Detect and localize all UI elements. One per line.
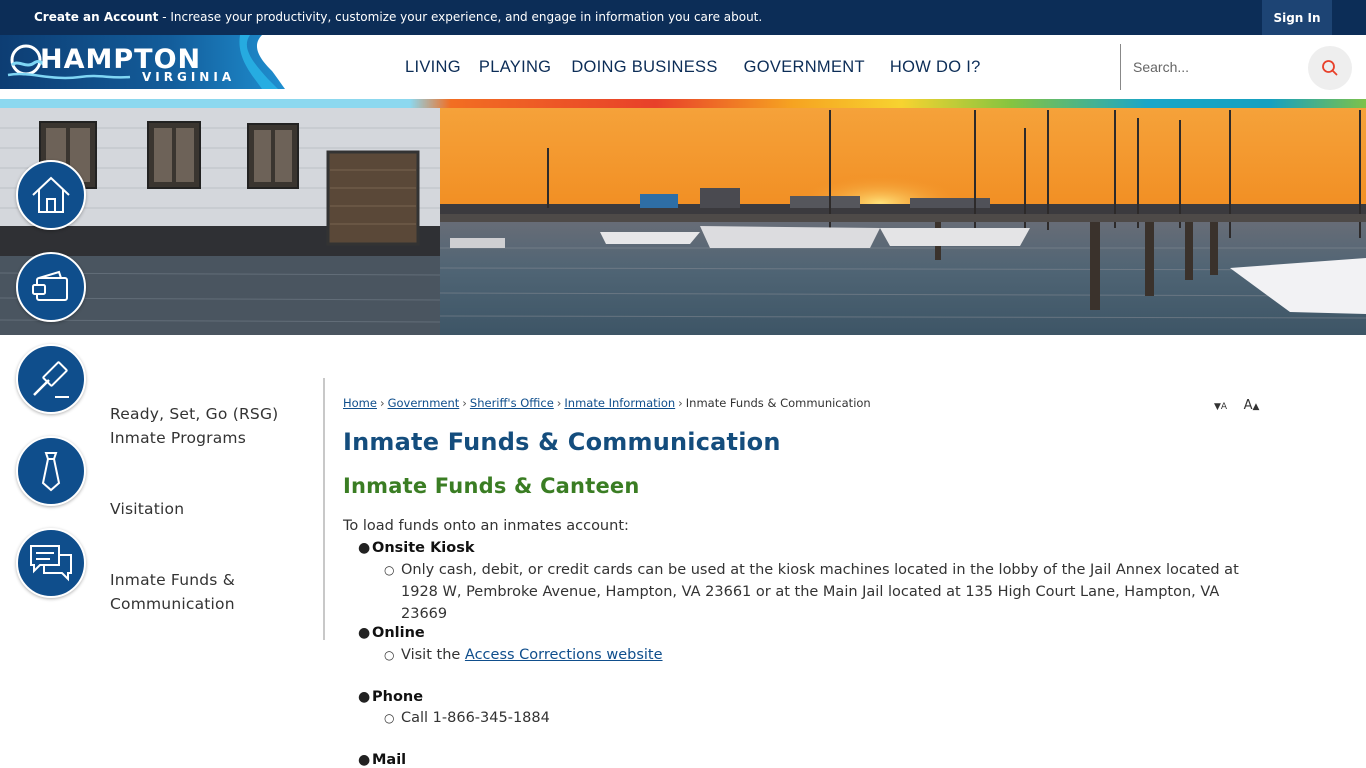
search-input[interactable] (1133, 56, 1293, 78)
sidenav-rsg-programs[interactable]: Ready, Set, Go (RSG) Inmate Programs (110, 402, 310, 450)
triangle-up-icon: ▲ (1252, 402, 1260, 412)
detail-prefix: Visit the (401, 647, 465, 663)
font-size-controls: ▼A A▲ (1214, 398, 1259, 413)
nav-doing-business[interactable]: DOING BUSINESS (571, 58, 717, 77)
breadcrumb-separator: › (462, 396, 467, 410)
main-nav: LIVING PLAYING DOING BUSINESS GOVERNMENT… (395, 35, 1001, 99)
method-label: Online (372, 625, 425, 641)
site-header: HAMPTON VIRGINIA LIVING PLAYING DOING BU… (0, 35, 1366, 99)
search-box (1120, 44, 1330, 90)
method-label: Phone (372, 689, 424, 705)
wallet-icon (32, 270, 68, 301)
increase-font-button[interactable]: A▲ (1244, 398, 1260, 413)
quick-link-payments[interactable] (16, 252, 86, 322)
nav-living[interactable]: LIVING (405, 58, 461, 77)
breadcrumb-separator: › (556, 396, 562, 410)
method-detail: Visit the Access Corrections website (401, 644, 1261, 666)
search-icon (1322, 60, 1338, 76)
home-icon (32, 176, 70, 213)
breadcrumb-separator: › (379, 396, 385, 410)
quick-link-government[interactable] (16, 344, 86, 414)
quick-link-business[interactable] (16, 436, 86, 506)
hero-banner-image (0, 108, 1366, 335)
logo-sub-text: VIRGINIA (142, 70, 235, 84)
breadcrumb: Home › Government › Sheriff's Office › Inmate … (343, 396, 871, 410)
section-heading: Inmate Funds & Canteen (343, 474, 640, 498)
nav-how-do-i[interactable]: HOW DO I? (890, 58, 981, 77)
sidebar-divider (323, 378, 325, 640)
breadcrumb-inmate-information[interactable]: Inmate Information (564, 396, 675, 410)
chat-icon (30, 545, 72, 582)
method-detail: Call 1-866-345-1884 (401, 710, 550, 726)
bullet-icon: ● (358, 625, 371, 641)
method-label: Onsite Kiosk (372, 540, 475, 556)
sidenav-inmate-funds[interactable]: Inmate Funds & Communication (110, 568, 310, 616)
gavel-icon (33, 361, 69, 398)
create-account-link[interactable]: Create an Account (34, 10, 158, 24)
top-bar: Create an Account - Increase your produc… (0, 0, 1366, 35)
promo-text: - Increase your productivity, customize … (158, 10, 763, 24)
tie-icon (41, 452, 61, 492)
sidenav-visitation[interactable]: Visitation (110, 497, 310, 521)
breadcrumb-separator: › (678, 396, 683, 410)
breadcrumb-current: Inmate Funds & Communication (685, 396, 871, 410)
triangle-down-icon: ▼ (1214, 402, 1221, 412)
bullet-icon: ● (358, 752, 371, 768)
hampton-logo[interactable]: HAMPTON VIRGINIA (0, 35, 285, 89)
intro-text: To load funds onto an inmates account: (343, 518, 629, 534)
sign-in-button[interactable]: Sign In (1262, 0, 1332, 35)
increase-font-label: A (1243, 398, 1253, 413)
search-button[interactable] (1308, 46, 1352, 90)
decrease-font-button[interactable]: ▼A (1214, 398, 1227, 413)
circle-bullet-icon: ○ (384, 711, 395, 725)
breadcrumb-government[interactable]: Government (388, 396, 460, 410)
nav-playing[interactable]: PLAYING (479, 58, 551, 77)
quick-link-contact[interactable] (16, 528, 86, 598)
account-promo: Create an Account - Increase your produc… (34, 10, 762, 24)
circle-bullet-icon: ○ (384, 648, 395, 662)
quick-link-home[interactable] (16, 160, 86, 230)
bullet-icon: ● (358, 689, 371, 705)
method-label: Mail (372, 752, 407, 768)
nav-government[interactable]: GOVERNMENT (744, 58, 865, 77)
bullet-icon: ● (358, 540, 371, 556)
breadcrumb-sheriffs-office[interactable]: Sheriff's Office (470, 396, 554, 410)
access-corrections-link[interactable]: Access Corrections website (465, 647, 663, 663)
breadcrumb-home[interactable]: Home (343, 396, 377, 410)
method-detail: Only cash, debit, or credit cards can be… (401, 562, 1239, 622)
decrease-font-label: A (1220, 402, 1228, 412)
page-title: Inmate Funds & Communication (343, 428, 781, 456)
circle-bullet-icon: ○ (384, 563, 395, 577)
color-stripe (0, 99, 1366, 108)
